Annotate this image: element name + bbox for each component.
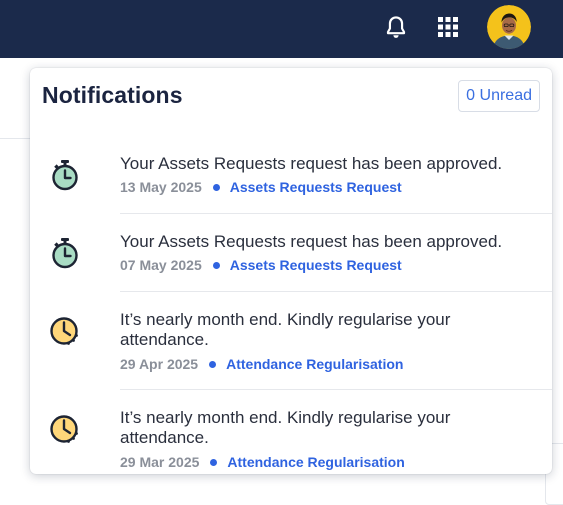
notification-message: It’s nearly month end. Kindly regularise… — [120, 310, 451, 349]
separator-dot — [212, 183, 220, 191]
stopwatch-icon — [48, 158, 82, 192]
notification-meta: 29 Apr 2025 Attendance Regularisation — [120, 355, 403, 373]
notification-message: Your Assets Requests request has been ap… — [120, 232, 503, 251]
separator-dot — [212, 261, 220, 269]
notification-meta: 07 May 2025 Assets Requests Request — [120, 256, 402, 274]
separator-dot — [209, 360, 217, 368]
clock-icon — [48, 412, 82, 446]
notification-message: It’s nearly month end. Kindly regularise… — [120, 408, 451, 447]
notification-meta: 13 May 2025 Assets Requests Request — [120, 178, 402, 196]
clock-icon — [48, 314, 82, 348]
notification-date: 29 Mar 2025 — [120, 454, 200, 470]
notification-item[interactable]: Your Assets Requests request has been ap… — [30, 214, 552, 292]
notifications-popover: Notifications 0 Unread Your Assets Reque… — [30, 68, 552, 474]
notification-item[interactable]: It’s nearly month end. Kindly regularise… — [30, 390, 552, 474]
divider — [0, 138, 30, 139]
notification-category-link[interactable]: Attendance Regularisation — [226, 356, 403, 372]
apps-grid-icon[interactable] — [434, 13, 462, 41]
notifications-list: Your Assets Requests request has been ap… — [30, 136, 552, 474]
notifications-title: Notifications — [42, 82, 183, 108]
unread-count-button[interactable]: 0 Unread — [458, 80, 540, 112]
notification-item[interactable]: It’s nearly month end. Kindly regularise… — [30, 292, 552, 390]
notification-category-link[interactable]: Assets Requests Request — [230, 257, 402, 273]
top-navigation-bar — [0, 0, 563, 58]
notification-item[interactable]: Your Assets Requests request has been ap… — [30, 136, 552, 214]
notification-date: 13 May 2025 — [120, 179, 202, 195]
bell-icon[interactable] — [382, 13, 410, 41]
notification-message: Your Assets Requests request has been ap… — [120, 154, 503, 173]
notification-date: 07 May 2025 — [120, 257, 202, 273]
notification-category-link[interactable]: Assets Requests Request — [230, 179, 402, 195]
notification-meta: 29 Mar 2025 Attendance Regularisation — [120, 453, 405, 471]
notification-category-link[interactable]: Attendance Regularisation — [227, 454, 404, 470]
user-avatar[interactable] — [487, 5, 531, 49]
separator-dot — [210, 458, 218, 466]
notification-date: 29 Apr 2025 — [120, 356, 199, 372]
stopwatch-icon — [48, 236, 82, 270]
